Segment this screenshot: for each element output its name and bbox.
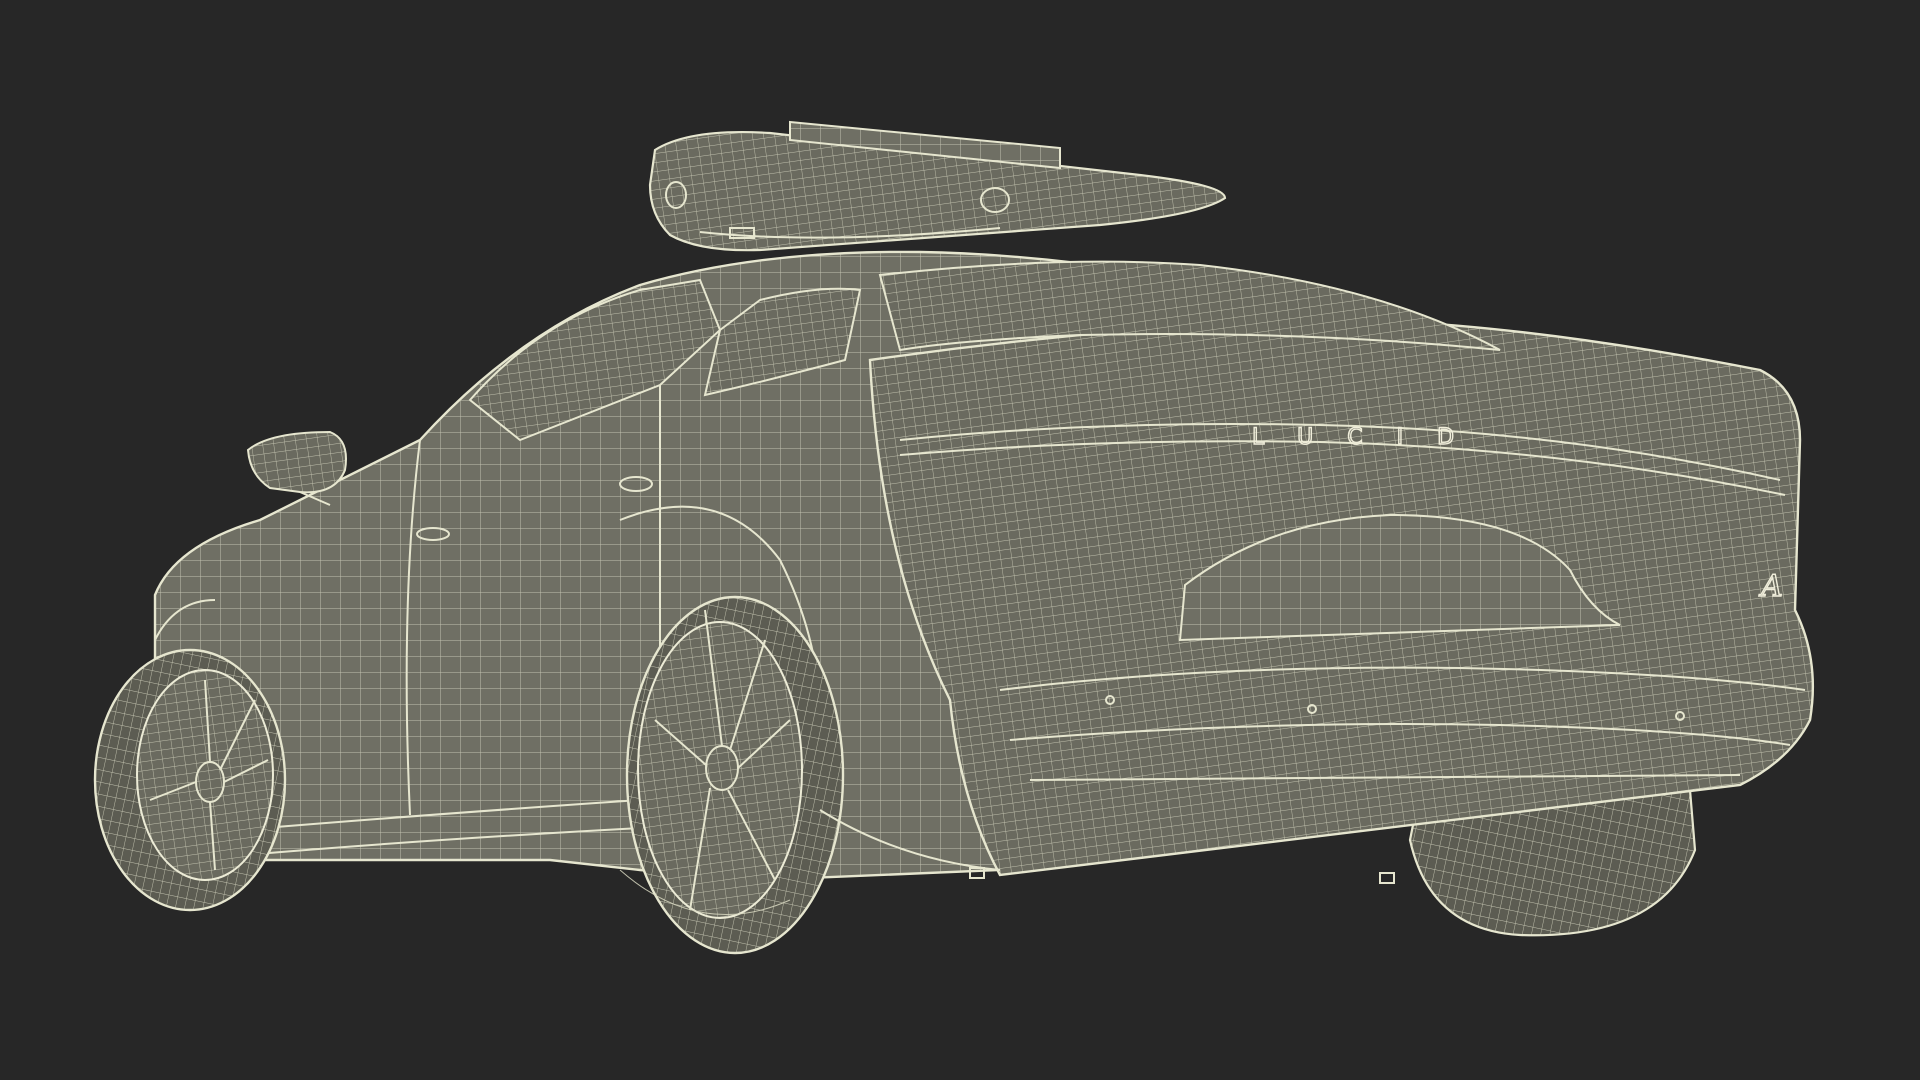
front-left-wheel	[93, 648, 287, 912]
render-viewport: LUCID A	[0, 0, 1920, 1080]
car-body	[153, 250, 1815, 882]
car-wireframe-render: LUCID A	[93, 120, 1815, 955]
rear-brand-lettering: LUCID	[1252, 425, 1488, 450]
roof-box	[648, 120, 1227, 252]
rear-emblem: A	[1758, 569, 1783, 604]
